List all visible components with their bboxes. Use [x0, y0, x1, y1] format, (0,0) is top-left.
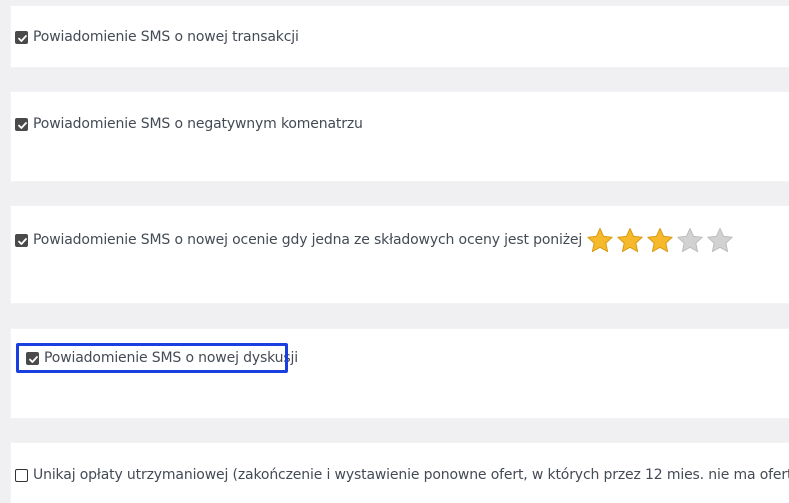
checkbox-checked-icon[interactable]	[15, 30, 28, 44]
option-label: Powiadomienie SMS o nowej ocenie gdy jed…	[33, 232, 583, 248]
checkbox-checked-icon[interactable]	[26, 351, 39, 365]
checkbox-checked-icon[interactable]	[15, 233, 28, 247]
star-filled-icon[interactable]	[616, 227, 644, 254]
star-rating-selector[interactable]	[586, 227, 734, 254]
checkbox-unchecked-icon[interactable]	[15, 468, 28, 482]
notification-card-negative-comment	[11, 92, 789, 181]
option-sms-negative-comment[interactable]: Powiadomienie SMS o negatywnym komenatrz…	[15, 114, 363, 134]
notification-card-new-rating	[11, 206, 789, 303]
star-empty-icon[interactable]	[676, 227, 704, 254]
checkbox-checked-icon[interactable]	[15, 117, 28, 131]
option-label: Powiadomienie SMS o nowej transakcji	[33, 29, 299, 45]
notification-card-new-discussion	[11, 329, 789, 418]
option-sms-new-transaction[interactable]: Powiadomienie SMS o nowej transakcji	[15, 27, 299, 47]
star-filled-icon[interactable]	[586, 227, 614, 254]
option-sms-new-rating[interactable]: Powiadomienie SMS o nowej ocenie gdy jed…	[15, 227, 734, 252]
option-label: Powiadomienie SMS o nowej dyskusji	[44, 350, 298, 366]
star-filled-icon[interactable]	[646, 227, 674, 254]
option-avoid-maintenance-fee[interactable]: Unikaj opłaty utrzymaniowej (zakończenie…	[15, 465, 789, 485]
option-sms-new-discussion[interactable]: Powiadomienie SMS o nowej dyskusji	[26, 348, 298, 368]
option-label: Unikaj opłaty utrzymaniowej (zakończenie…	[33, 467, 789, 483]
option-label: Powiadomienie SMS o negatywnym komenatrz…	[33, 116, 363, 132]
star-empty-icon[interactable]	[706, 227, 734, 254]
